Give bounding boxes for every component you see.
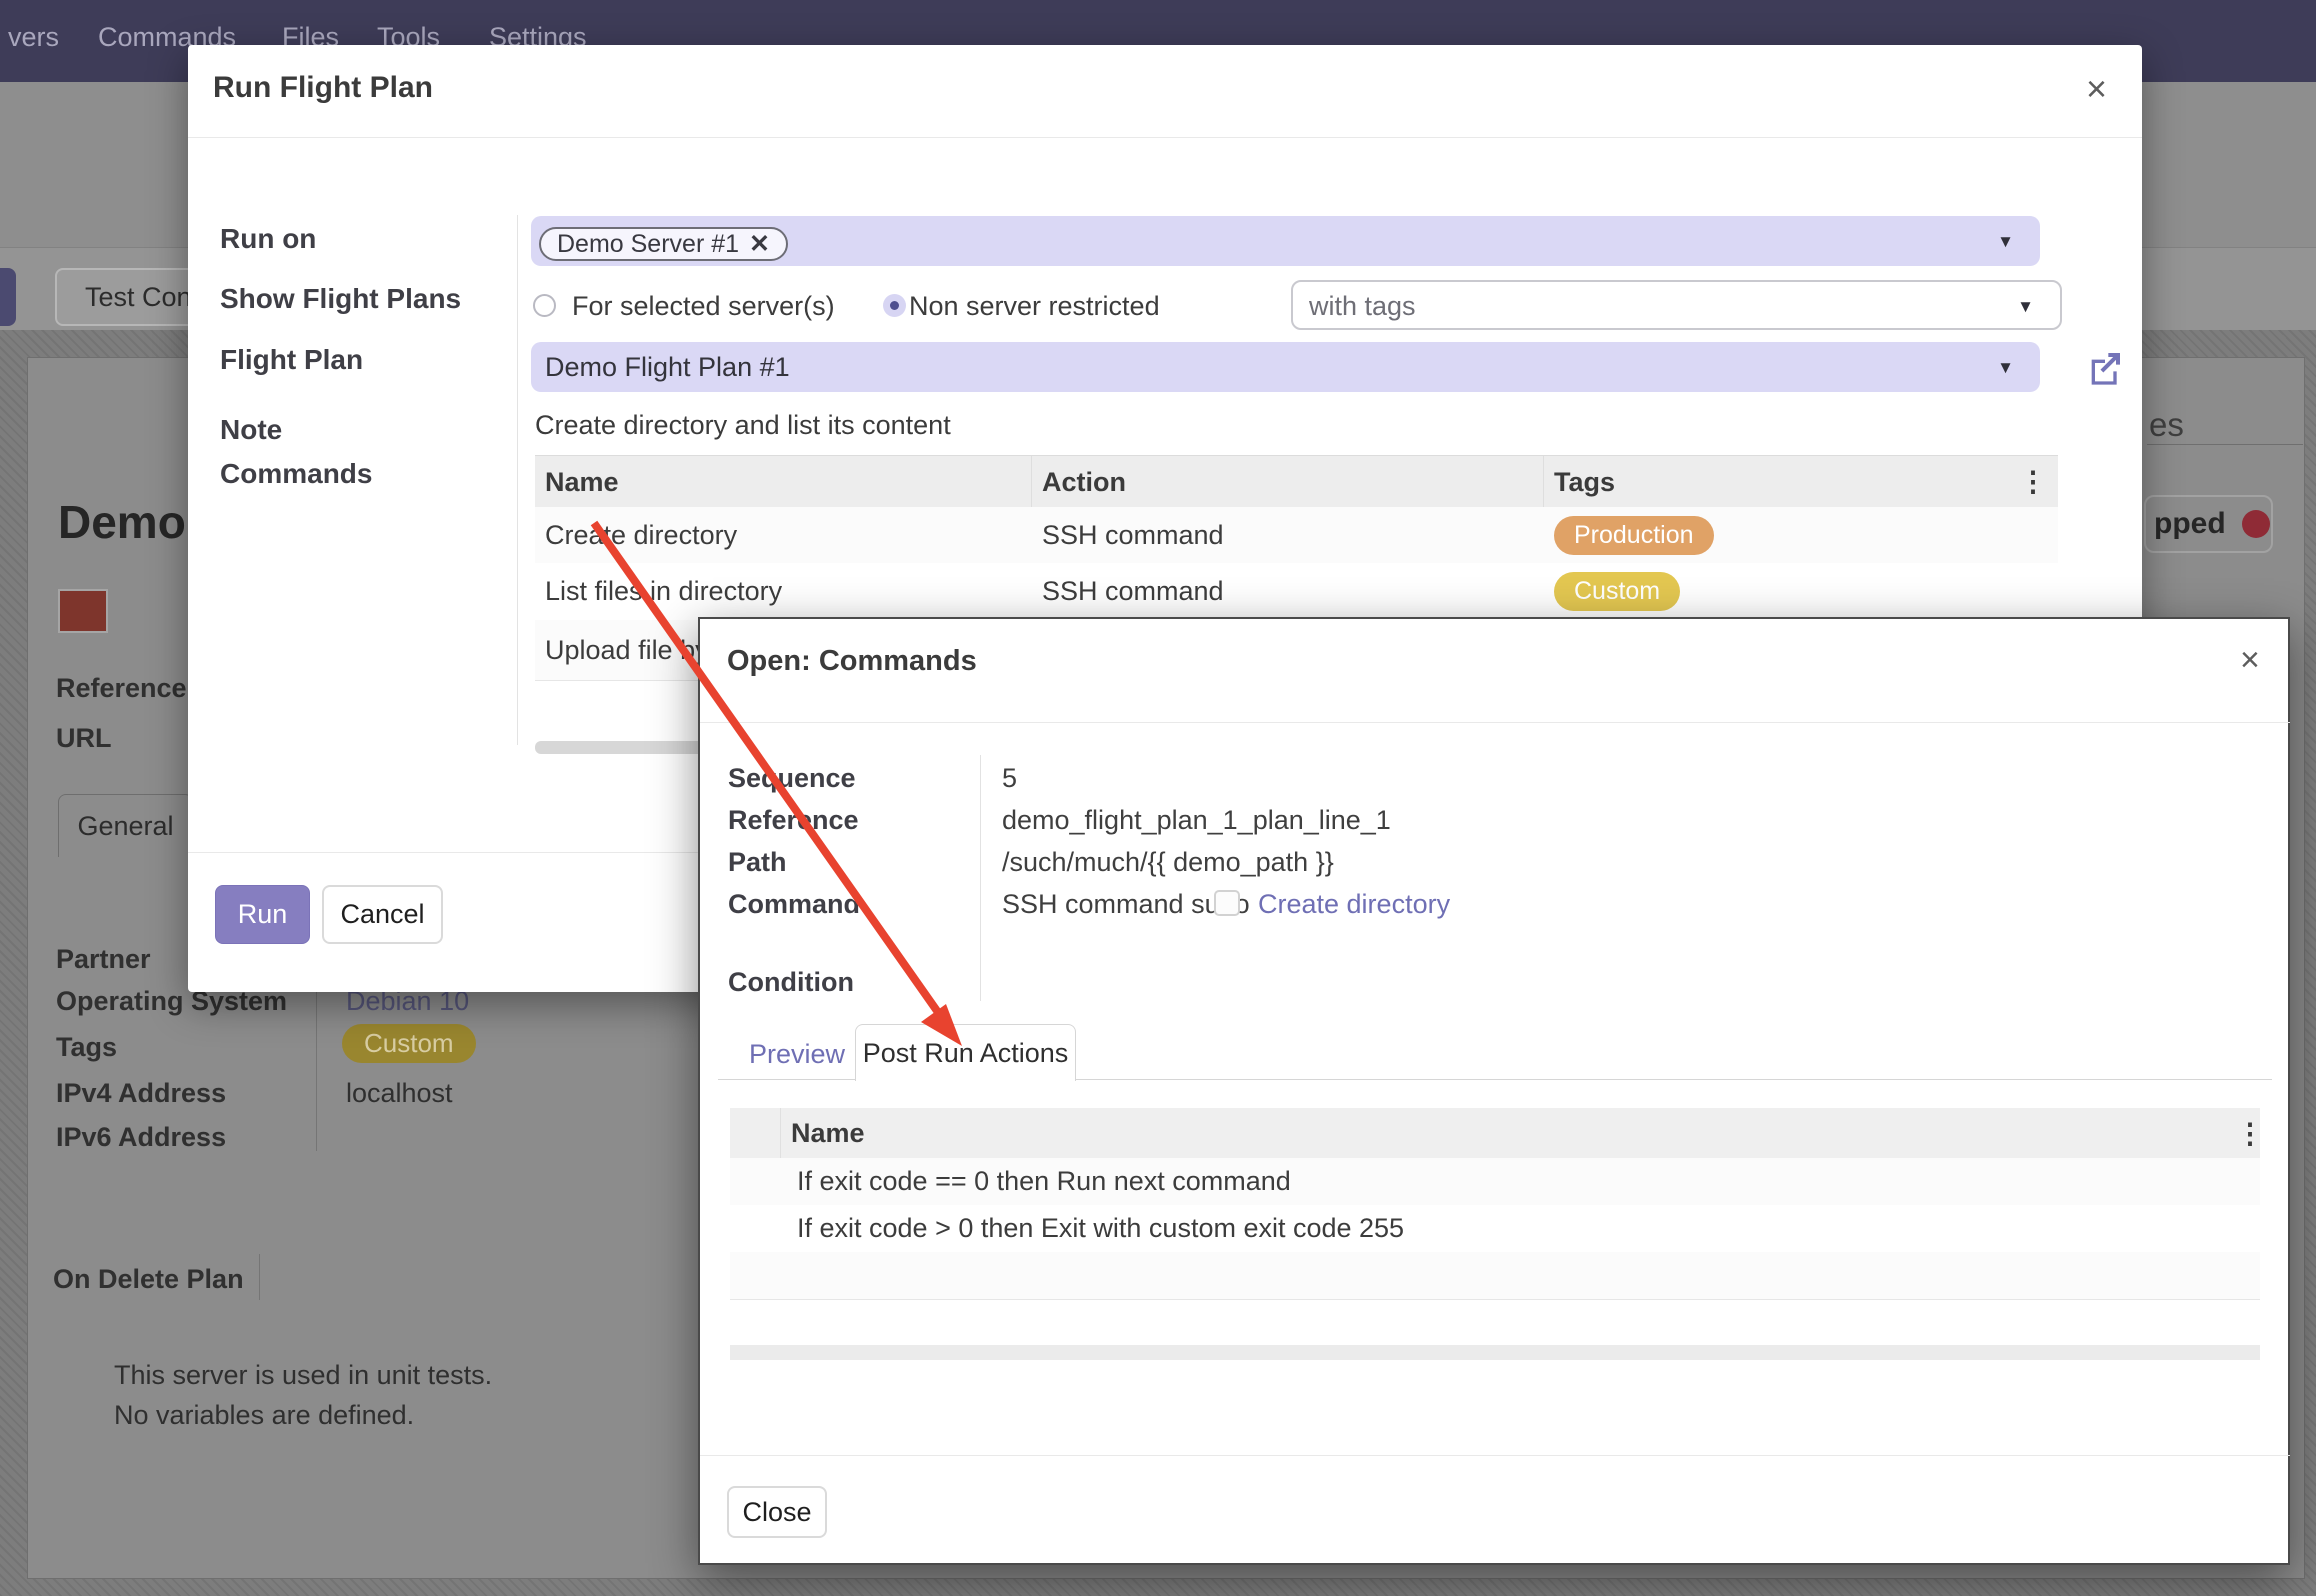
open-commands-modal: Open: Commands × Sequence Reference Path…: [698, 617, 2290, 1565]
cancel-button-label: Cancel: [340, 899, 424, 930]
column-header-action[interactable]: Action: [1032, 456, 1544, 508]
tab-general-label: General: [77, 811, 173, 842]
modal-footer-divider: [700, 1455, 2290, 1456]
condition-label: Condition: [728, 967, 854, 998]
close-icon[interactable]: ×: [2086, 71, 2107, 107]
table-row-empty: [730, 1252, 2260, 1300]
tag-badge-custom: Custom: [1554, 572, 1680, 611]
reference-label: Reference: [728, 805, 859, 836]
column-header-name[interactable]: Name: [781, 1108, 2181, 1158]
label-value-divider: [980, 755, 981, 1001]
table-row[interactable]: If exit code == 0 then Run next command: [730, 1158, 2260, 1206]
server-title: Demo: [58, 495, 186, 549]
cell-name: Create directory: [535, 507, 1032, 563]
radio-non-server-restricted-label[interactable]: Non server restricted: [909, 291, 1160, 322]
show-flight-plans-label: Show Flight Plans: [220, 283, 461, 315]
radio-non-server-restricted[interactable]: [883, 294, 906, 317]
create-directory-link[interactable]: Create directory: [1258, 889, 1450, 920]
flight-plan-label: Flight Plan: [220, 344, 363, 376]
unit-test-note-line1: This server is used in unit tests.: [114, 1360, 492, 1391]
radio-selected-servers[interactable]: [533, 294, 556, 317]
chevron-down-icon: ▼: [1997, 232, 2014, 252]
with-tags-value: with tags: [1309, 291, 1416, 322]
note-label: Note: [220, 414, 282, 446]
run-button-label: Run: [238, 899, 288, 930]
ipv4-label: IPv4 Address: [56, 1078, 226, 1109]
run-on-selected-tag[interactable]: Demo Server #1 ✕: [539, 227, 788, 261]
commands-table-caption: Create directory and list its content: [535, 410, 951, 441]
tag-badge-production: Production: [1554, 516, 1714, 555]
close-button[interactable]: Close: [727, 1486, 827, 1538]
external-link-icon[interactable]: [2085, 348, 2125, 388]
table-row[interactable]: If exit code > 0 then Exit with custom e…: [730, 1205, 2260, 1253]
sequence-value: 5: [1002, 763, 1017, 794]
path-value: /such/much/{{ demo_path }}: [1002, 847, 1334, 878]
cell-name: If exit code > 0 then Exit with custom e…: [730, 1213, 1404, 1244]
modal-title: Run Flight Plan: [213, 71, 433, 105]
column-header-name[interactable]: Name: [535, 456, 1032, 508]
horizontal-scrollbar[interactable]: [730, 1345, 2260, 1360]
sequence-label: Sequence: [728, 763, 856, 794]
screenshot-root: vers Commands Files Tools Settings Test …: [0, 0, 2316, 1596]
cell-name: List files in directory: [535, 563, 1032, 620]
modal-header-divider: [188, 137, 2142, 138]
status-dot-icon: [2242, 510, 2270, 538]
chevron-down-icon: ▼: [1997, 358, 2014, 378]
cell-name: If exit code == 0 then Run next command: [730, 1166, 1291, 1197]
table-row[interactable]: List files in directory SSH command Cust…: [535, 563, 2058, 621]
selector-column-header[interactable]: [730, 1108, 781, 1158]
reference-label: Reference: [56, 673, 187, 704]
modal-header-divider: [700, 722, 2290, 723]
flight-plan-select[interactable]: Demo Flight Plan #1 ▼: [531, 342, 2040, 392]
tag-badge-custom: Custom: [342, 1024, 476, 1063]
url-label: URL: [56, 723, 112, 754]
radio-selected-servers-label[interactable]: For selected server(s): [572, 291, 835, 322]
with-tags-select[interactable]: with tags ▼: [1291, 280, 2062, 330]
section-divider: [2147, 444, 2303, 445]
unit-test-note-line2: No variables are defined.: [114, 1400, 414, 1431]
reference-value: demo_flight_plan_1_plan_line_1: [1002, 805, 1391, 836]
path-label: Path: [728, 847, 787, 878]
cell-action: SSH command: [1032, 507, 1544, 563]
run-on-label: Run on: [220, 223, 316, 255]
field-divider: [259, 1254, 260, 1300]
remove-tag-icon[interactable]: ✕: [749, 229, 770, 259]
table-row[interactable]: Create directory SSH command Production: [535, 507, 2058, 564]
chevron-down-icon: ▼: [2017, 297, 2034, 317]
close-icon[interactable]: ×: [2240, 642, 2260, 678]
table-options-kebab-icon[interactable]: ⋮: [2236, 1117, 2264, 1150]
sudo-checkbox[interactable]: [1214, 890, 1240, 916]
run-on-select[interactable]: Demo Server #1 ✕ ▼: [531, 216, 2040, 266]
cell-action: SSH command: [1032, 563, 1544, 620]
flight-plan-value: Demo Flight Plan #1: [545, 352, 790, 383]
partial-toolbar-button[interactable]: [0, 268, 16, 326]
tab-post-run-actions[interactable]: Post Run Actions: [855, 1024, 1076, 1081]
ipv4-value: localhost: [346, 1078, 453, 1109]
run-button[interactable]: Run: [215, 885, 310, 944]
on-delete-plan-label: On Delete Plan: [53, 1264, 244, 1295]
tab-post-run-actions-label: Post Run Actions: [863, 1038, 1069, 1069]
cancel-button[interactable]: Cancel: [322, 885, 443, 944]
status-badge-stopped[interactable]: pped: [2144, 495, 2273, 553]
table-options-kebab-icon[interactable]: ⋮: [2019, 465, 2047, 498]
label-field-divider: [517, 215, 518, 745]
color-swatch[interactable]: [58, 589, 108, 633]
run-on-tag-label: Demo Server #1: [557, 230, 739, 259]
column-header-tags[interactable]: Tags: [1544, 456, 2058, 508]
command-label: Command: [728, 889, 860, 920]
tab-preview[interactable]: Preview: [749, 1039, 845, 1070]
modal-title: Open: Commands: [727, 645, 977, 678]
commands-label: Commands: [220, 458, 372, 490]
tags-label: Tags: [56, 1032, 117, 1063]
command-value: SSH command sudo: [1002, 889, 1250, 920]
status-badge-label: pped: [2154, 507, 2226, 541]
commands-table-header: Name Action Tags: [535, 455, 2058, 509]
ipv6-label: IPv6 Address: [56, 1122, 226, 1153]
nav-item-servers[interactable]: vers: [8, 22, 59, 53]
partner-label: Partner: [56, 944, 151, 975]
post-run-table-header: Name: [730, 1108, 2260, 1160]
tab-general[interactable]: General: [58, 794, 193, 857]
close-button-label: Close: [742, 1497, 811, 1528]
section-heading-fragment: es: [2149, 406, 2184, 444]
